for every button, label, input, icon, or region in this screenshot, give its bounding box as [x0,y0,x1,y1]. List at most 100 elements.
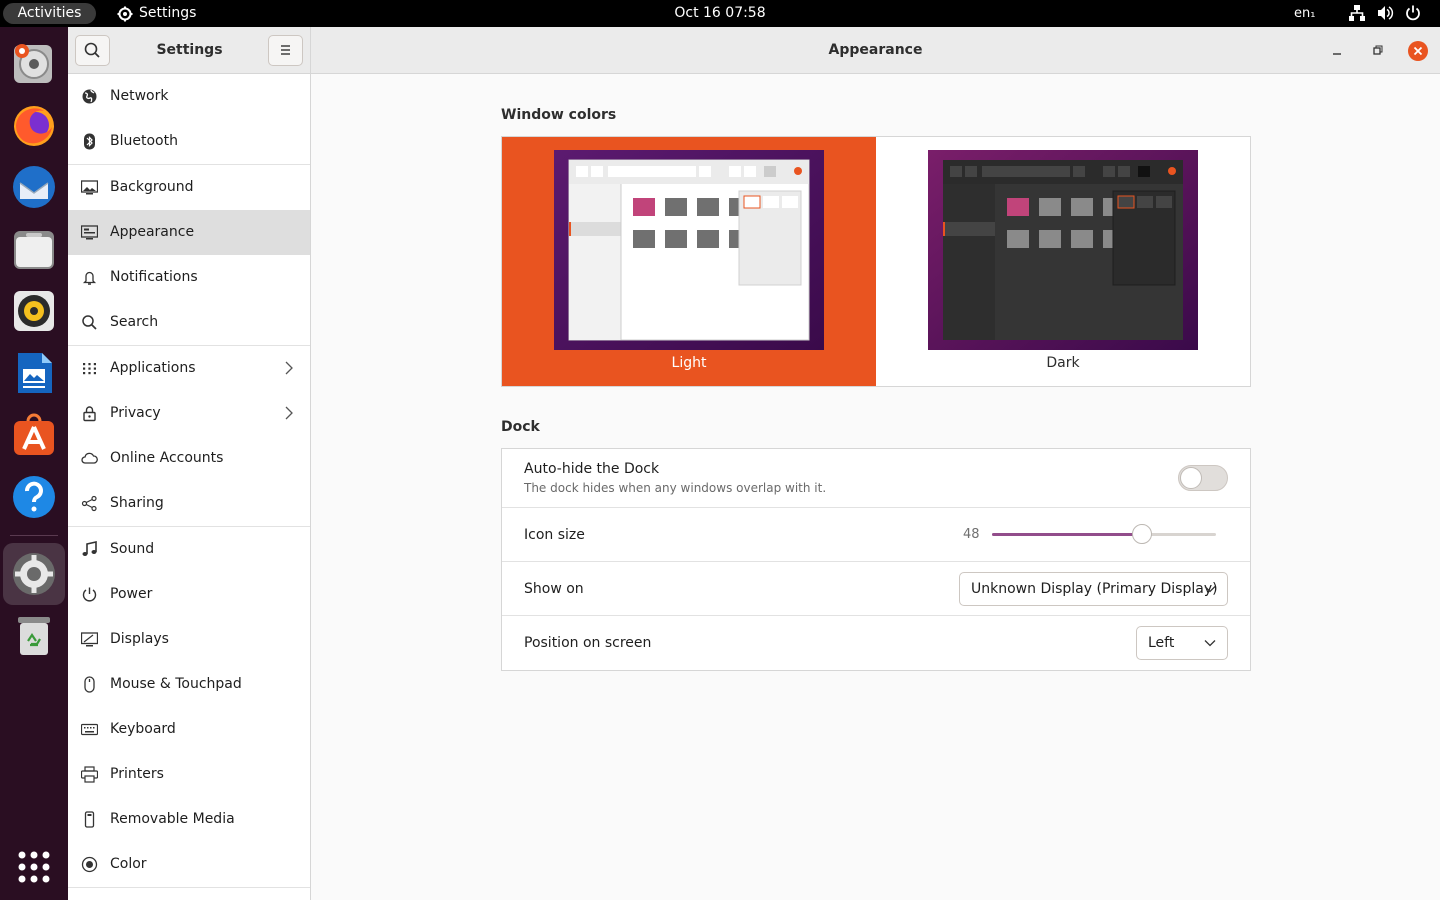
show-on-label: Show on [524,581,584,597]
sidebar-item-label: Color [110,856,147,872]
sidebar-item-background[interactable]: Background [68,165,310,210]
dock-chromium-icon[interactable] [10,39,58,87]
sidebar-item-displays[interactable]: Displays [68,617,310,662]
chevron-right-icon [285,361,293,375]
close-icon[interactable] [1407,40,1429,62]
autohide-label: Auto-hide the Dock [524,461,660,477]
dark-theme-preview [928,150,1198,350]
sidebar-item-applications[interactable]: Applications [68,346,310,391]
usb-drive-icon [84,811,95,828]
network-wired-icon [1349,5,1365,21]
theme-dark-option[interactable]: Dark [876,137,1250,386]
show-on-dropdown[interactable]: Unknown Display (Primary Display) [959,572,1228,606]
sidebar-item-label: Background [110,179,194,195]
sidebar-item-removable-media[interactable]: Removable Media [68,797,310,842]
sidebar-item-printers[interactable]: Printers [68,752,310,797]
dock-files-icon[interactable] [10,225,58,273]
cloud-icon [81,452,98,464]
slider-knob[interactable] [1132,524,1153,544]
sidebar-item-label: Removable Media [110,811,235,827]
icon-size-row: Icon size 48 [502,508,1250,562]
volume-icon [1378,6,1394,20]
sidebar-item-label: Privacy [110,405,161,421]
clock[interactable]: Oct 16 07:58 [674,5,765,21]
dock-section-title: Dock [501,419,540,435]
show-applications-icon[interactable] [10,845,58,893]
power-icon [1406,5,1420,21]
maximize-icon[interactable] [1367,41,1387,61]
app-menu[interactable]: Settings [117,0,196,27]
app-menu-label: Settings [139,5,197,21]
dock [0,27,68,900]
sidebar-item-search[interactable]: Search [68,300,310,345]
position-dropdown[interactable]: Left [1136,626,1228,660]
sidebar-item-network[interactable]: Network [68,74,310,119]
globe-icon [82,89,97,104]
sidebar-item-online-accounts[interactable]: Online Accounts [68,436,310,481]
dock-trash-icon[interactable] [10,611,58,659]
share-icon [81,495,97,512]
dock-libreoffice-writer-icon[interactable] [10,349,58,397]
search-icon [84,42,100,58]
sidebar-item-notifications[interactable]: Notifications [68,255,310,300]
sidebar-item-label: Power [110,586,153,602]
sidebar-item-mouse-touchpad[interactable]: Mouse & Touchpad [68,662,310,707]
sidebar-item-bluetooth[interactable]: Bluetooth [68,119,310,164]
theme-light-option[interactable]: Light [502,137,876,386]
printer-icon [81,766,98,783]
chevron-down-icon [1204,640,1216,647]
appearance-icon [81,225,98,240]
icon-size-label: Icon size [524,527,585,543]
light-theme-preview [554,150,824,350]
sidebar-item-label: Notifications [110,269,198,285]
sidebar-item-label: Sound [110,541,155,557]
theme-dark-label: Dark [1046,355,1080,371]
dock-help-icon[interactable] [10,473,58,521]
dock-thunderbird-icon[interactable] [10,163,58,211]
dock-ubuntu-software-icon[interactable] [10,411,58,459]
sidebar-item-label: Keyboard [110,721,176,737]
sidebar-item-label: Network [110,88,169,104]
autohide-row[interactable]: Auto-hide the Dock The dock hides when a… [502,449,1250,508]
dock-separator [10,535,58,536]
sidebar-item-label: Bluetooth [110,133,178,149]
search-button[interactable] [75,35,110,66]
sidebar-item-appearance[interactable]: Appearance [68,210,310,255]
bell-icon [82,271,97,285]
display-icon [81,632,98,647]
sidebar-header: Settings [68,27,311,74]
sidebar-item-power[interactable]: Power [68,572,310,617]
sidebar-item-sound[interactable]: Sound [68,527,310,572]
position-label: Position on screen [524,635,652,651]
autohide-description: The dock hides when any windows overlap … [524,481,827,495]
grid-icon [83,363,96,375]
system-menu[interactable] [1348,4,1422,22]
icon-size-slider[interactable] [992,524,1216,544]
dock-settings-icon[interactable] [3,543,65,605]
autohide-toggle[interactable] [1178,465,1228,491]
minimize-icon[interactable] [1327,41,1347,61]
sidebar-item-label: Printers [110,766,164,782]
show-on-row: Show on Unknown Display (Primary Display… [502,562,1250,616]
position-value: Left [1148,635,1175,651]
sidebar-item-color[interactable]: Color [68,842,310,887]
sidebar-item-label: Search [110,314,159,330]
bluetooth-icon [84,133,95,150]
chevron-down-icon [1204,586,1216,593]
activities-button[interactable]: Activities [3,3,96,24]
dock-firefox-icon[interactable] [10,101,58,149]
sidebar-item-label: Appearance [110,224,195,240]
power-icon [82,587,97,602]
sidebar: Network Bluetooth Background Appearance … [68,74,311,900]
dock-rhythmbox-icon[interactable] [10,287,58,335]
primary-menu-button[interactable] [268,35,303,66]
sidebar-item-privacy[interactable]: Privacy [68,391,310,436]
theme-light-label: Light [671,355,707,371]
input-source-indicator[interactable]: en₁ [1294,0,1315,27]
sidebar-item-sharing[interactable]: Sharing [68,481,310,526]
color-icon [81,856,98,873]
music-note-icon [82,541,97,556]
background-icon [81,180,98,195]
sidebar-item-keyboard[interactable]: Keyboard [68,707,310,752]
sidebar-item-label: Sharing [110,495,164,511]
